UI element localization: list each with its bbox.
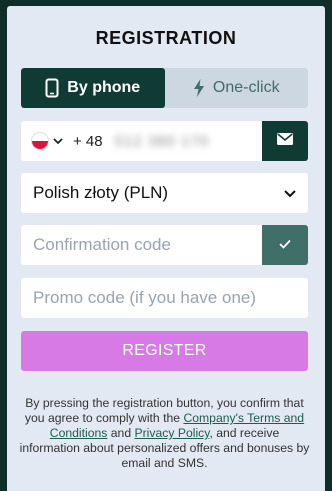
terms-text: and	[107, 426, 135, 440]
phone-number-value: 512 380 170	[114, 132, 210, 150]
country-code: + 48	[73, 132, 103, 150]
tab-label: By phone	[67, 79, 141, 96]
smartphone-icon	[45, 78, 59, 98]
currency-select[interactable]: Polish złoty (PLN)	[21, 173, 308, 213]
phone-input[interactable]: + 48 512 380 170	[21, 121, 262, 161]
currency-value: Polish złoty (PLN)	[33, 183, 169, 202]
tab-by-phone[interactable]: By phone	[21, 68, 165, 108]
phone-row: + 48 512 380 170	[21, 121, 308, 161]
tab-label: One-click	[212, 79, 280, 96]
confirmation-code-input[interactable]: Confirmation code	[21, 225, 262, 265]
registration-panel: REGISTRATION By phone One-click + 48 512…	[7, 6, 325, 491]
registration-method-tabs: By phone One-click	[21, 68, 308, 108]
send-code-button[interactable]	[262, 121, 308, 161]
register-button[interactable]: REGISTER	[21, 331, 308, 371]
confirmation-row: Confirmation code	[21, 225, 308, 265]
terms-notice: By pressing the registration button, you…	[19, 396, 310, 471]
checkmark-icon	[279, 236, 291, 254]
poland-flag-icon[interactable]	[31, 132, 49, 150]
promo-code-input[interactable]: Promo code (if you have one)	[21, 278, 308, 318]
lightning-icon	[193, 79, 205, 97]
envelope-icon	[277, 132, 293, 150]
page-title: REGISTRATION	[95, 28, 237, 48]
confirm-code-button[interactable]	[262, 225, 308, 265]
chevron-down-icon[interactable]	[53, 132, 63, 150]
chevron-down-icon	[284, 183, 296, 203]
tab-one-click[interactable]: One-click	[165, 68, 309, 108]
privacy-policy-link[interactable]: Privacy Policy	[134, 426, 209, 440]
